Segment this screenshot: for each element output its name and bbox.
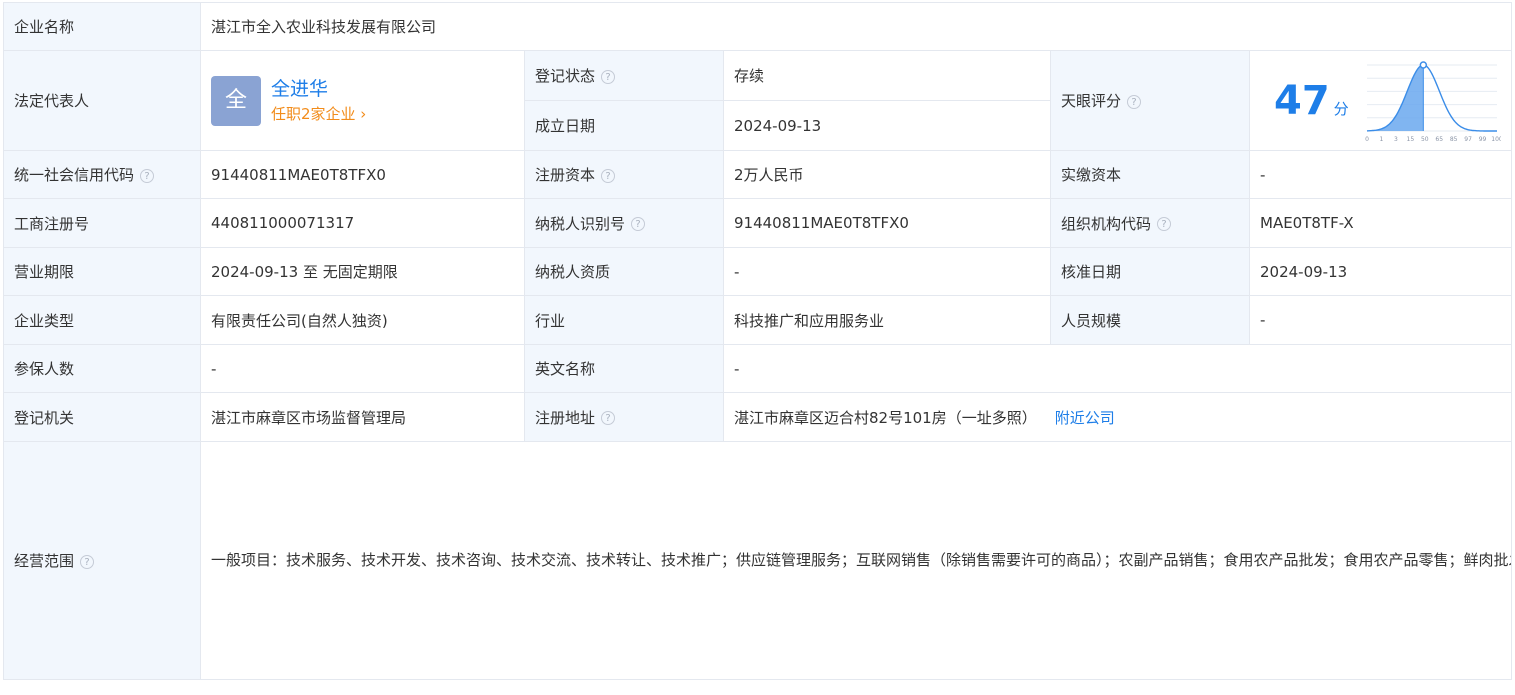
label-company-name: 企业名称 (3, 2, 201, 51)
label-reg-capital: 注册资本? (524, 150, 724, 199)
value-approve-date: 2024-09-13 (1249, 247, 1512, 296)
value-staff-size: - (1249, 295, 1512, 345)
help-icon[interactable]: ? (601, 69, 616, 84)
value-english-name: - (723, 344, 1512, 393)
label-biz-reg-no: 工商注册号 (3, 198, 201, 248)
row-scope: 经营范围? 一般项目：技术服务、技术开发、技术咨询、技术交流、技术转让、技术推广… (3, 441, 1512, 680)
label-term: 营业期限 (3, 247, 201, 296)
label-rating: 天眼评分? (1050, 50, 1250, 151)
row-term: 营业期限 2024-09-13 至 无固定期限 纳税人资质 - 核准日期 202… (3, 247, 1512, 296)
tick-label: 85 (1450, 136, 1458, 143)
label-credit-code: 统一社会信用代码? (3, 150, 201, 199)
value-credit-code: 91440811MAE0T8TFX0 (200, 150, 525, 199)
tick-label: 15 (1407, 136, 1415, 143)
avatar[interactable]: 全 (211, 75, 261, 126)
rating-distribution-chart: 0 1 3 15 50 65 85 97 99 100 (1365, 60, 1501, 143)
row-biz-reg-no: 工商注册号 440811000071317 纳税人识别号? 91440811MA… (3, 198, 1512, 248)
label-reg-authority: 登记机关 (3, 392, 201, 442)
rating-score: 47 (1274, 77, 1330, 124)
row-company-type: 企业类型 有限责任公司(自然人独资) 行业 科技推广和应用服务业 人员规模 - (3, 295, 1512, 345)
label-scope: 经营范围? (3, 441, 201, 680)
value-scope: 一般项目：技术服务、技术开发、技术咨询、技术交流、技术转让、技术推广；供应链管理… (200, 441, 1512, 680)
value-term: 2024-09-13 至 无固定期限 (200, 247, 525, 296)
rating-cell[interactable]: 47分 0 1 3 15 50 65 85 97 99 100 (1249, 50, 1512, 151)
legal-rep-cell: 全 全进华 任职2家企业 › (200, 50, 525, 151)
label-found-date: 成立日期 (524, 100, 724, 151)
row-company-name: 企业名称 湛江市全入农业科技发展有限公司 (3, 2, 1512, 51)
value-reg-capital: 2万人民币 (723, 150, 1051, 199)
value-company-name: 湛江市全入农业科技发展有限公司 (200, 2, 1512, 51)
value-reg-address: 湛江市麻章区迈合村82号101房（一址多照） (734, 408, 1037, 427)
row-credit-code: 统一社会信用代码? 91440811MAE0T8TFX0 注册资本? 2万人民币… (3, 150, 1512, 199)
label-legal-rep: 法定代表人 (3, 50, 201, 151)
label-scope-text: 经营范围 (14, 552, 75, 570)
value-biz-reg-no: 440811000071317 (200, 198, 525, 248)
label-taxpayer-id: 纳税人识别号? (524, 198, 724, 248)
tick-label: 3 (1394, 136, 1398, 143)
row-legal-rep-status: 法定代表人 全 全进华 任职2家企业 › 登记状态? 存续 天眼评分? 47分 (3, 50, 1512, 151)
tick-label: 97 (1464, 136, 1472, 143)
value-found-date: 2024-09-13 (723, 100, 1051, 151)
label-industry: 行业 (524, 295, 724, 345)
label-reg-status-text: 登记状态 (535, 67, 596, 85)
value-company-type: 有限责任公司(自然人独资) (200, 295, 525, 345)
tick-label: 1 (1380, 136, 1384, 143)
value-reg-address-cell: 湛江市麻章区迈合村82号101房（一址多照） 附近公司 (723, 392, 1512, 442)
label-company-type: 企业类型 (3, 295, 201, 345)
value-org-code: MAE0T8TF-X (1249, 198, 1512, 248)
rating-unit: 分 (1333, 99, 1349, 118)
help-icon[interactable]: ? (80, 554, 95, 569)
value-paid-capital: - (1249, 150, 1512, 199)
legal-rep-name-link[interactable]: 全进华 (271, 76, 366, 102)
label-insured: 参保人数 (3, 344, 201, 393)
help-icon[interactable]: ? (631, 217, 646, 231)
company-info-table: 企业名称 湛江市全入农业科技发展有限公司 法定代表人 全 全进华 任职2家企业 … (3, 2, 1512, 680)
value-reg-status: 存续 (723, 50, 1051, 101)
legal-rep-companies-link[interactable]: 任职2家企业 › (271, 102, 366, 126)
help-icon[interactable]: ? (601, 168, 616, 183)
help-icon[interactable]: ? (1157, 217, 1172, 231)
label-taxpayer-qual: 纳税人资质 (524, 247, 724, 296)
tick-label: 50 (1421, 136, 1429, 143)
tick-label: 65 (1435, 136, 1443, 143)
curve-line (1366, 63, 1497, 132)
value-industry: 科技推广和应用服务业 (723, 295, 1051, 345)
value-taxpayer-qual: - (723, 247, 1051, 296)
label-credit-code-text: 统一社会信用代码 (14, 166, 135, 184)
help-icon[interactable]: ? (601, 411, 616, 425)
label-approve-date: 核准日期 (1050, 247, 1250, 296)
label-org-code: 组织机构代码? (1050, 198, 1250, 248)
label-org-code-text: 组织机构代码 (1061, 214, 1152, 233)
value-reg-authority: 湛江市麻章区市场监督管理局 (200, 392, 525, 442)
label-reg-address-text: 注册地址 (535, 408, 596, 427)
row-reg-authority: 登记机关 湛江市麻章区市场监督管理局 注册地址? 湛江市麻章区迈合村82号101… (3, 392, 1512, 442)
label-reg-status: 登记状态? (524, 50, 724, 101)
score-marker-dot (1419, 60, 1428, 69)
tick-label: 100 (1491, 136, 1501, 143)
label-reg-capital-text: 注册资本 (535, 166, 596, 184)
label-taxpayer-id-text: 纳税人识别号 (535, 214, 626, 233)
value-taxpayer-id: 91440811MAE0T8TFX0 (723, 198, 1051, 248)
label-english-name: 英文名称 (524, 344, 724, 393)
label-paid-capital: 实缴资本 (1050, 150, 1250, 199)
help-icon[interactable]: ? (140, 168, 155, 183)
tick-label: 99 (1479, 136, 1487, 143)
nearby-companies-link[interactable]: 附近公司 (1055, 409, 1115, 427)
label-rating-text: 天眼评分 (1061, 92, 1122, 110)
row-insured: 参保人数 - 英文名称 - (3, 344, 1512, 393)
label-staff-size: 人员规模 (1050, 295, 1250, 345)
label-reg-address: 注册地址? (524, 392, 724, 442)
tick-label: 0 (1365, 136, 1369, 143)
help-icon[interactable]: ? (1127, 94, 1142, 109)
value-insured: - (200, 344, 525, 393)
